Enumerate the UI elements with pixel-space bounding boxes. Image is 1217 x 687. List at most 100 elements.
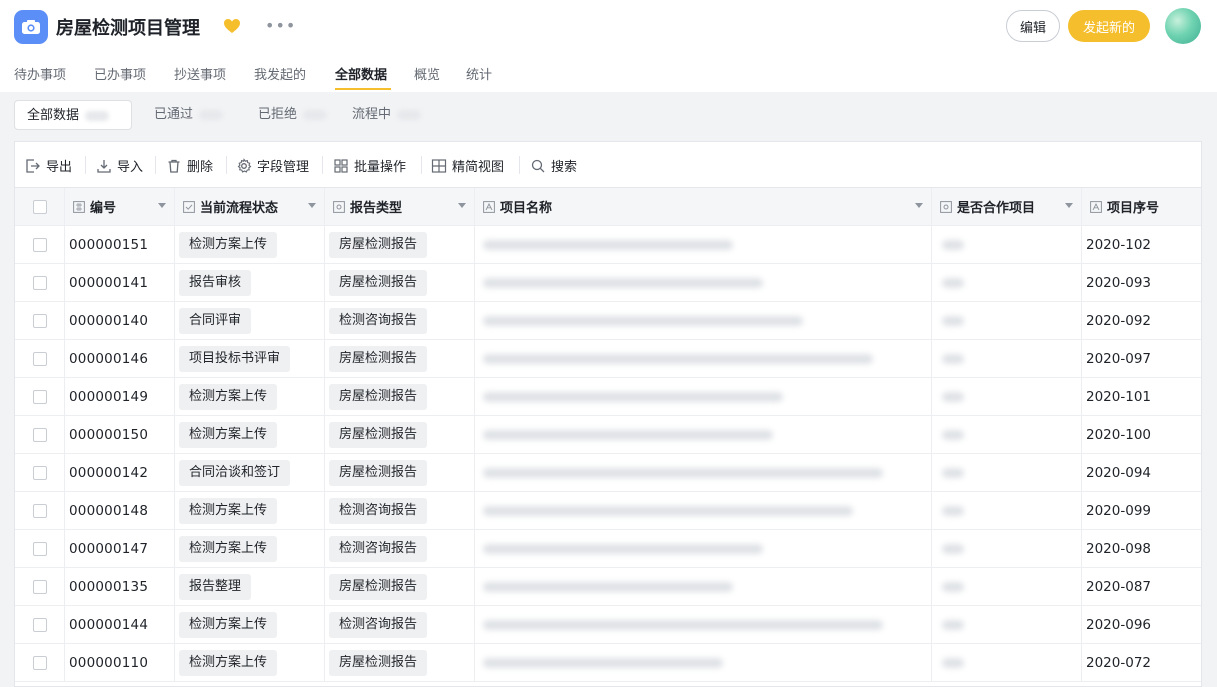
header-project-name[interactable]: 项目名称 (475, 188, 932, 225)
avatar[interactable] (1165, 8, 1201, 44)
import-button[interactable]: 导入 (96, 156, 143, 175)
simple-view-label: 精简视图 (452, 160, 505, 175)
cell-project-name (475, 378, 932, 415)
subtab-label: 已通过 (154, 107, 194, 122)
cell-id: 000000110 (65, 644, 175, 681)
tab-all-data[interactable]: 全部数据 (335, 64, 387, 83)
header-report-type[interactable]: 报告类型 (325, 188, 475, 225)
report-type-badge: 检测咨询报告 (329, 535, 428, 562)
tab-mine[interactable]: 我发起的 (254, 64, 306, 83)
header-label: 当前流程状态 (200, 201, 279, 216)
cell-cooperation (932, 264, 1082, 301)
table-row[interactable]: 000000140 合同评审 检测咨询报告 2020-092 (15, 302, 1201, 340)
header-label: 编号 (90, 201, 117, 216)
subtab-rejected[interactable]: 已拒绝 (258, 100, 328, 130)
header-cooperation[interactable]: 是否合作项目 (932, 188, 1082, 225)
subtab-all[interactable]: 全部数据 (14, 100, 132, 130)
subtab-in-progress[interactable]: 流程中 (352, 100, 422, 130)
cell-status: 合同评审 (175, 302, 325, 339)
chevron-down-icon[interactable] (915, 203, 923, 208)
export-button[interactable]: 导出 (25, 156, 72, 175)
report-type-badge: 房屋检测报告 (329, 649, 428, 676)
edit-button[interactable]: 编辑 (1006, 10, 1060, 42)
cell-cooperation (932, 302, 1082, 339)
row-checkbox[interactable] (33, 503, 47, 518)
tab-done[interactable]: 已办事项 (94, 64, 146, 83)
search-button[interactable]: 搜索 (530, 156, 577, 175)
cell-cooperation (932, 378, 1082, 415)
row-checkbox[interactable] (33, 313, 47, 328)
table-row[interactable]: 000000110 检测方案上传 房屋检测报告 2020-072 (15, 644, 1201, 682)
tab-overview[interactable]: 概览 (414, 64, 440, 83)
chevron-down-icon[interactable] (458, 203, 466, 208)
redacted-text (942, 619, 964, 630)
import-icon (97, 159, 111, 173)
report-type-badge: 检测咨询报告 (329, 497, 428, 524)
field-manage-button[interactable]: 字段管理 (236, 156, 309, 175)
delete-button[interactable]: 删除 (166, 156, 213, 175)
main-tabs: 待办事项 已办事项 抄送事项 我发起的 全部数据 概览 统计 (0, 56, 1217, 93)
select-field-icon (940, 200, 952, 213)
table-row[interactable]: 000000150 检测方案上传 房屋检测报告 2020-100 (15, 416, 1201, 454)
tab-cc[interactable]: 抄送事项 (174, 64, 226, 83)
cell-project-name (475, 492, 932, 529)
cell-report-type: 房屋检测报告 (325, 226, 475, 263)
table-row[interactable]: 000000135 报告整理 房屋检测报告 2020-087 (15, 568, 1201, 606)
status-badge: 检测方案上传 (179, 421, 278, 448)
table-row[interactable]: 000000147 检测方案上传 检测咨询报告 2020-098 (15, 530, 1201, 568)
tab-statistics[interactable]: 统计 (466, 64, 492, 83)
header-label: 是否合作项目 (957, 201, 1036, 216)
row-checkbox[interactable] (33, 275, 47, 290)
tab-todo[interactable]: 待办事项 (14, 64, 66, 83)
header-checkbox-cell (15, 188, 65, 225)
table-row[interactable]: 000000146 项目投标书评审 房屋检测报告 2020-097 (15, 340, 1201, 378)
status-badge: 合同评审 (179, 307, 252, 334)
row-checkbox[interactable] (33, 465, 47, 480)
row-checkbox[interactable] (33, 617, 47, 632)
more-icon[interactable]: ••• (265, 16, 296, 35)
cell-cooperation (932, 568, 1082, 605)
table-row[interactable]: 000000148 检测方案上传 检测咨询报告 2020-099 (15, 492, 1201, 530)
chevron-down-icon[interactable] (308, 203, 316, 208)
header-seq[interactable]: 项目序号 (1082, 188, 1201, 225)
header-status[interactable]: 当前流程状态 (175, 188, 325, 225)
subtab-approved[interactable]: 已通过 (154, 100, 224, 130)
cell-seq: 2020-099 (1086, 502, 1151, 519)
row-checkbox[interactable] (33, 427, 47, 442)
heart-icon[interactable] (222, 17, 242, 39)
select-all-checkbox[interactable] (33, 199, 47, 214)
redacted-text (942, 391, 964, 402)
row-checkbox[interactable] (33, 579, 47, 594)
row-checkbox[interactable] (33, 655, 47, 670)
status-badge: 合同洽谈和签订 (179, 459, 291, 486)
batch-operation-button[interactable]: 批量操作 (333, 156, 406, 175)
row-checkbox[interactable] (33, 237, 47, 252)
simple-view-button[interactable]: 精简视图 (431, 156, 504, 175)
chevron-down-icon[interactable] (1065, 203, 1073, 208)
table-row[interactable]: 000000149 检测方案上传 房屋检测报告 2020-101 (15, 378, 1201, 416)
table-row[interactable]: 000000141 报告审核 房屋检测报告 2020-093 (15, 264, 1201, 302)
cell-report-type: 房屋检测报告 (325, 644, 475, 681)
table-row[interactable]: 000000142 合同洽谈和签订 房屋检测报告 2020-094 (15, 454, 1201, 492)
search-icon (531, 159, 545, 172)
cell-id: 000000144 (65, 606, 175, 643)
row-checkbox[interactable] (33, 351, 47, 366)
table-row[interactable]: 000000151 检测方案上传 房屋检测报告 2020-102 (15, 226, 1201, 264)
new-request-button[interactable]: 发起新的 (1068, 10, 1150, 42)
cell-project-name (475, 568, 932, 605)
report-type-badge: 房屋检测报告 (329, 421, 428, 448)
table-row[interactable]: 000000144 检测方案上传 检测咨询报告 2020-096 (15, 606, 1201, 644)
count-badge (397, 109, 422, 120)
row-checkbox[interactable] (33, 389, 47, 404)
cell-status: 检测方案上传 (175, 644, 325, 681)
cell-seq: 2020-094 (1086, 464, 1151, 481)
row-checkbox[interactable] (33, 541, 47, 556)
cell-cooperation (932, 340, 1082, 377)
chevron-down-icon[interactable] (158, 203, 166, 208)
cell-report-type: 房屋检测报告 (325, 264, 475, 301)
redacted-text (942, 657, 964, 668)
import-label: 导入 (117, 160, 144, 175)
header-id[interactable]: 编号 (65, 188, 175, 225)
row-checkbox-cell (15, 264, 65, 301)
text-field-icon (1090, 200, 1102, 213)
